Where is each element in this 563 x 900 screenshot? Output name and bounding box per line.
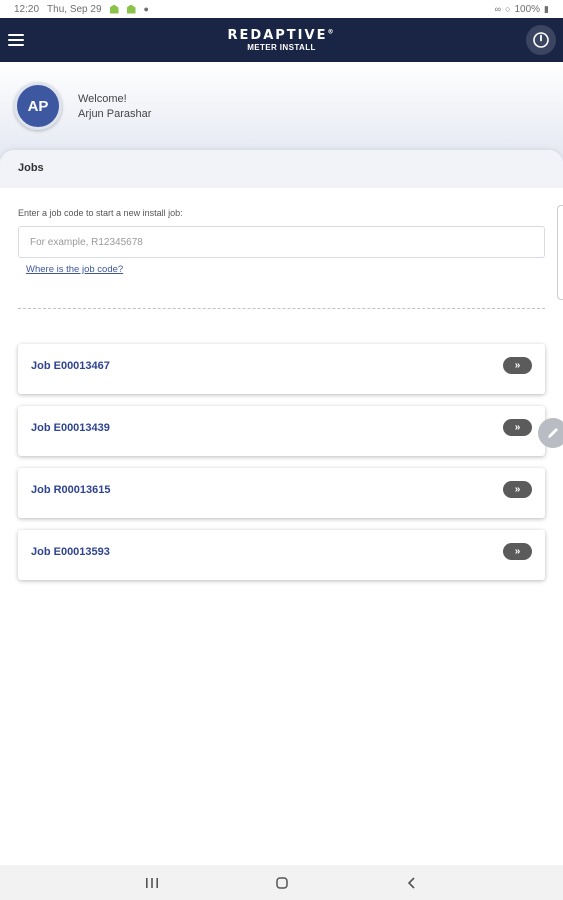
job-card[interactable]: Job E00013593 » xyxy=(18,530,545,580)
open-job-button[interactable]: » xyxy=(503,543,532,560)
welcome-block: Welcome! Arjun Parashar xyxy=(78,92,151,122)
power-icon xyxy=(533,32,549,48)
edit-button[interactable] xyxy=(538,418,563,448)
vibrate-icon: ∞ xyxy=(494,4,502,14)
job-title: Job E00013593 xyxy=(31,546,110,558)
power-button[interactable] xyxy=(526,25,556,55)
recents-button[interactable] xyxy=(142,873,162,893)
job-card[interactable]: Job E00013467 » xyxy=(18,344,545,394)
logo-brand: REDAPTIVE xyxy=(227,27,328,43)
user-header: AP Welcome! Arjun Parashar xyxy=(0,62,563,162)
hamburger-icon[interactable] xyxy=(8,30,26,50)
side-drawer-handle[interactable] xyxy=(557,205,563,300)
job-code-prompt: Enter a job code to start a new install … xyxy=(18,208,183,218)
jobs-header: Jobs xyxy=(0,150,563,188)
wifi-icon: ○ xyxy=(505,4,511,14)
back-icon xyxy=(407,876,415,889)
job-card[interactable]: Job E00013439 » xyxy=(18,406,545,456)
app-logo: REDAPTIVE® METER INSTALL xyxy=(228,29,336,52)
user-name: Arjun Parashar xyxy=(78,108,152,120)
logo-subtitle: METER INSTALL xyxy=(247,42,316,52)
job-code-help-link[interactable]: Where is the job code? xyxy=(26,264,123,275)
android-notification-icon xyxy=(126,4,136,14)
battery-level: 100% xyxy=(514,3,541,15)
open-job-button[interactable]: » xyxy=(503,357,532,374)
job-card[interactable]: Job R00013615 » xyxy=(18,468,545,518)
job-title: Job R00013615 xyxy=(31,484,111,496)
battery-icon: ▮ xyxy=(544,3,549,14)
home-icon xyxy=(275,876,288,889)
status-bar: 12:20 Thu, Sep 29 ● ∞ ○ 100% ▮ xyxy=(0,0,563,18)
status-date: Thu, Sep 29 xyxy=(47,3,102,15)
back-button[interactable] xyxy=(402,873,422,893)
status-left: 12:20 Thu, Sep 29 ● xyxy=(14,4,149,15)
job-code-input[interactable] xyxy=(18,226,545,258)
logo-trademark: ® xyxy=(327,28,336,36)
android-notification-icon xyxy=(109,4,119,14)
app-bar: REDAPTIVE® METER INSTALL xyxy=(0,18,563,62)
pencil-icon xyxy=(548,428,558,438)
avatar-initials: AP xyxy=(27,97,49,115)
job-title: Job E00013439 xyxy=(31,422,110,434)
recents-icon xyxy=(145,877,158,888)
section-divider xyxy=(18,308,545,309)
system-nav-bar xyxy=(0,865,563,900)
job-title: Job E00013467 xyxy=(31,360,110,372)
home-button[interactable] xyxy=(272,873,292,893)
job-list: Job E00013467 » Job E00013439 » Job R000… xyxy=(18,344,545,592)
welcome-text: Welcome! xyxy=(78,93,127,105)
open-job-button[interactable]: » xyxy=(503,419,532,436)
status-right: ∞ ○ 100% ▮ xyxy=(495,4,549,15)
open-job-button[interactable]: » xyxy=(503,481,532,498)
avatar: AP xyxy=(14,82,62,130)
notification-icon: ● xyxy=(143,4,149,14)
status-time: 12:20 xyxy=(14,3,40,15)
jobs-panel: Jobs Enter a job code to start a new ins… xyxy=(0,150,563,865)
